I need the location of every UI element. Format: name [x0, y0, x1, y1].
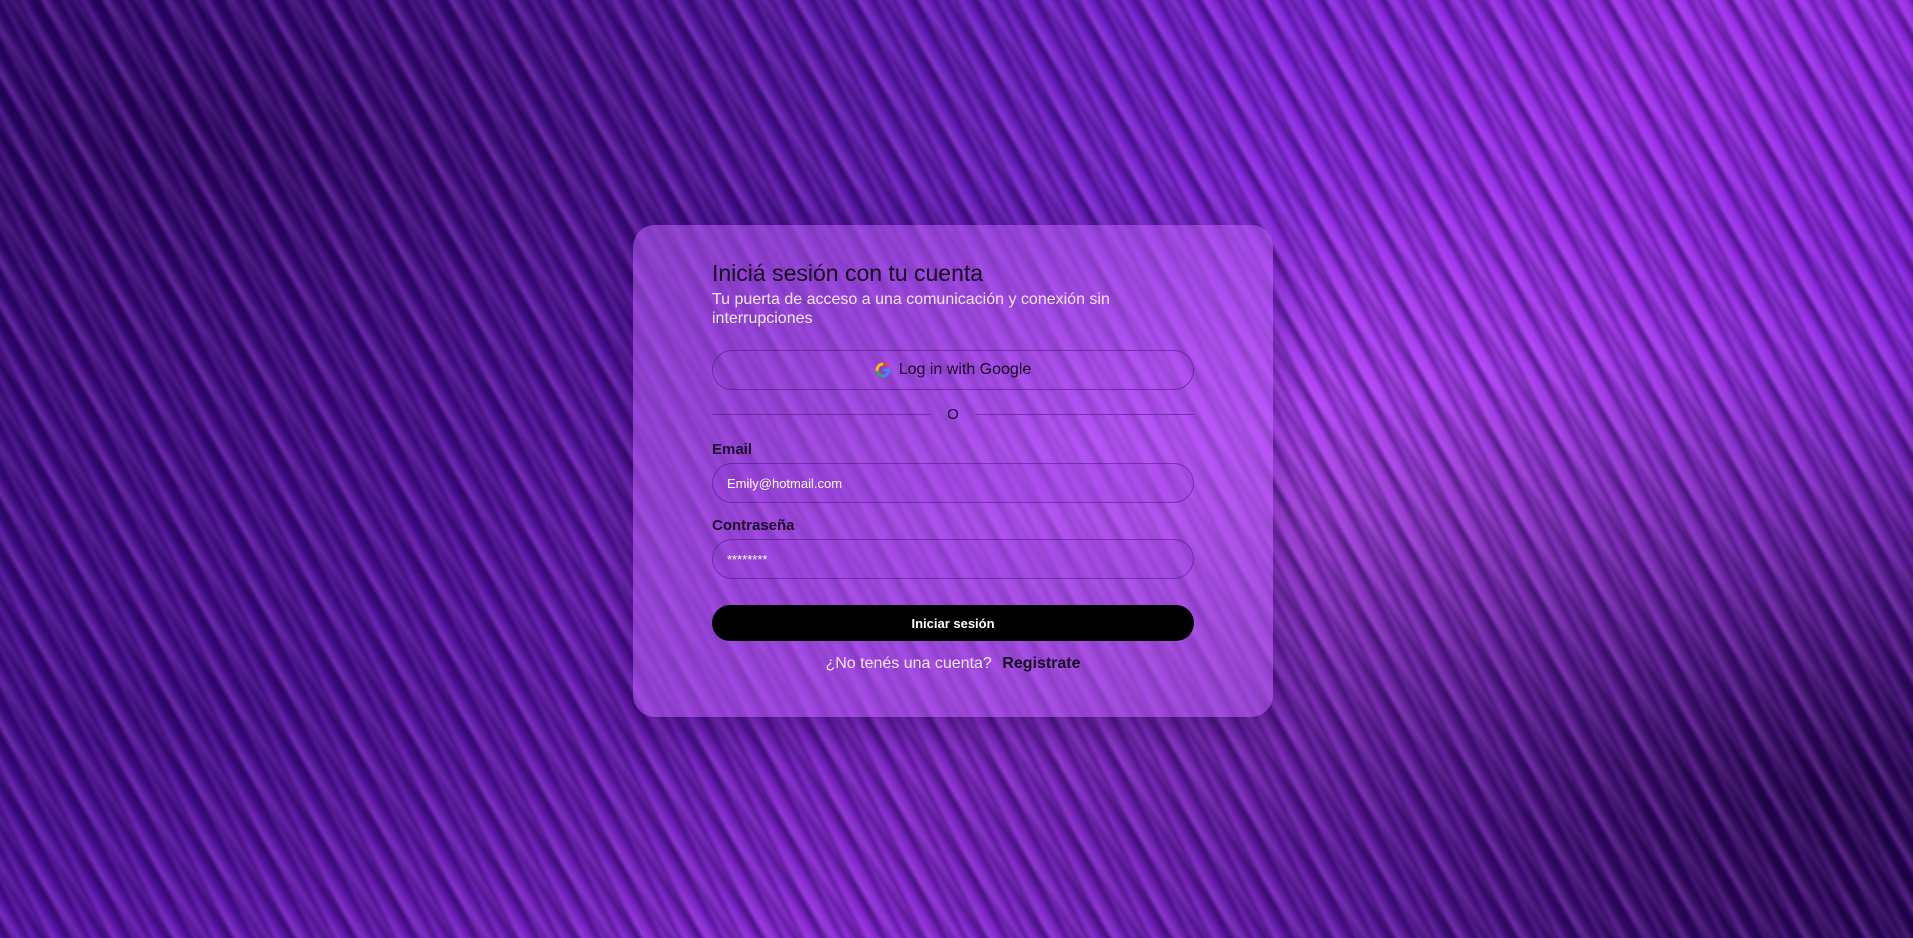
- divider-line-right: [976, 414, 1194, 415]
- sign-in-button[interactable]: Iniciar sesión: [712, 605, 1194, 641]
- email-label: Email: [712, 441, 753, 458]
- password-field[interactable]: [712, 539, 1194, 579]
- google-login-button[interactable]: Log in with Google: [712, 350, 1194, 390]
- register-link[interactable]: Registrate: [1002, 655, 1080, 672]
- page-title: Iniciá sesión con tu cuenta: [712, 260, 984, 286]
- google-login-label: Log in with Google: [898, 361, 1032, 378]
- google-icon: [875, 362, 891, 378]
- page-subtitle: Tu puerta de acceso a una comunicación y…: [712, 291, 1110, 327]
- signup-row: ¿No tenés una cuenta? Registrate: [712, 655, 1194, 673]
- or-divider: O: [712, 406, 1194, 423]
- email-field[interactable]: [712, 463, 1194, 503]
- password-label: Contraseña: [712, 517, 795, 534]
- login-card: Iniciá sesión con tu cuenta Tu puerta de…: [633, 225, 1273, 717]
- signup-question: ¿No tenés una cuenta?: [825, 655, 992, 672]
- divider-line-left: [712, 414, 930, 415]
- divider-text: O: [947, 406, 959, 423]
